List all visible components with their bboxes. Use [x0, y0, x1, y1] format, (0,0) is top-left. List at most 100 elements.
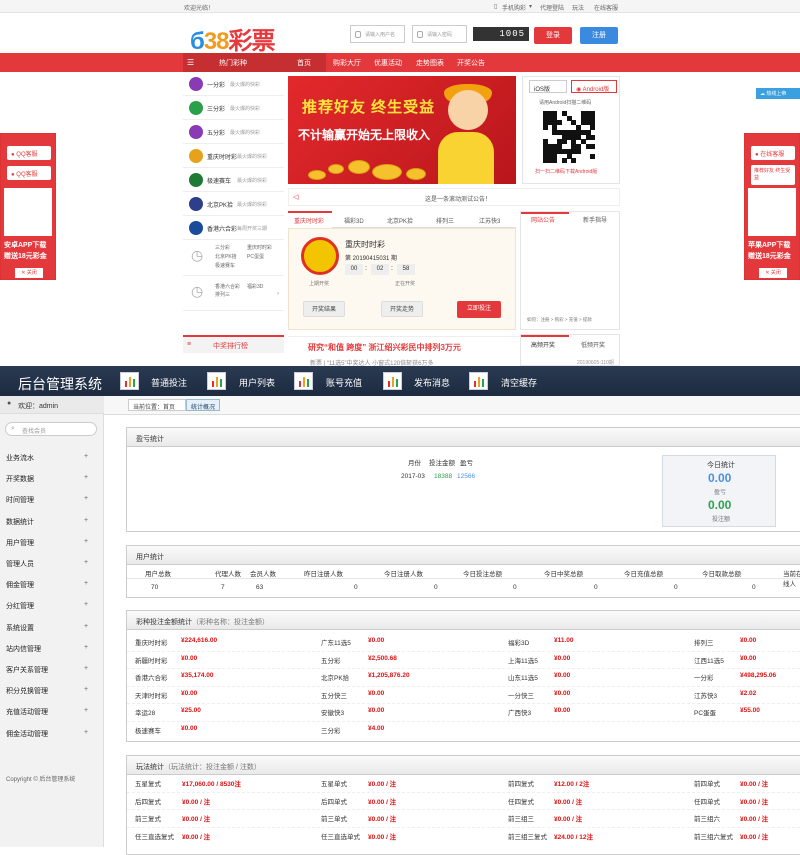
help-badge[interactable]: ☁ 热线上帝	[756, 88, 800, 99]
top-link-service[interactable]: 在线客服	[594, 3, 618, 12]
plus-icon[interactable]: +	[84, 517, 88, 524]
lottery-item[interactable]: 五分彩 最火爆的快彩	[183, 120, 284, 144]
site-logo[interactable]: б38彩票	[190, 21, 276, 56]
sidebar-item[interactable]: 分红管理	[6, 601, 34, 611]
tab-low-freq[interactable]: 低频开奖	[581, 340, 605, 349]
android-tab[interactable]: ◉ Android版	[571, 80, 617, 93]
sidebar-item[interactable]: 业务流水	[6, 453, 34, 463]
clock-item[interactable]: 香港六合彩	[215, 283, 240, 290]
captcha-image[interactable]: 1005	[473, 27, 529, 41]
menu-publish[interactable]: 发布消息	[414, 376, 450, 389]
sidebar-item[interactable]: 佣金管理	[6, 580, 34, 590]
hot-lottery-header[interactable]: ☰ 热门彩种	[183, 53, 284, 72]
sidebar-item[interactable]: 时间管理	[6, 495, 34, 505]
clock-item[interactable]: 三分彩	[215, 244, 230, 251]
ios-tab[interactable]: iOS版	[529, 80, 567, 93]
lottery-item[interactable]: 三分彩 最火爆的快彩	[183, 96, 284, 120]
tab-fc3d[interactable]: 福彩3D	[344, 216, 364, 225]
member-search-input[interactable]: ⌕ 查找会员	[5, 422, 97, 436]
online-service-button[interactable]: ● 在线客服	[751, 146, 795, 160]
lottery-item[interactable]: 重庆时时彩 最火爆的快彩	[183, 144, 284, 168]
plus-icon[interactable]: +	[84, 580, 88, 587]
lottery-desc: 最火爆的快彩	[237, 154, 268, 160]
sidebar-item[interactable]: 客户关系管理	[6, 665, 48, 675]
nav-draw[interactable]: 开奖公告	[457, 58, 485, 68]
sidebar-item[interactable]: 管理人员	[6, 559, 34, 569]
clock-item[interactable]: 北京PK拾	[215, 253, 237, 260]
sidebar-item[interactable]: 积分兑换管理	[6, 686, 48, 696]
nav-home[interactable]: 首页	[297, 58, 311, 68]
promo-banner[interactable]: 推荐好友 终生受益 不计输赢开始无上限收入	[288, 76, 516, 184]
menu-normal-bet[interactable]: 普通投注	[151, 376, 187, 389]
user-stat-value: 0	[434, 584, 438, 591]
tab-high-freq[interactable]: 高频开奖	[531, 340, 555, 349]
bet-now-button[interactable]: 立即投注	[457, 301, 501, 318]
sidebar-item[interactable]: 充值活动管理	[6, 707, 48, 717]
plus-icon[interactable]: +	[84, 474, 88, 481]
tab-jsk3[interactable]: 江苏快3	[479, 216, 500, 225]
tab-pk10[interactable]: 北京PK拾	[387, 216, 413, 225]
top-link-mobile[interactable]: 手机购彩	[502, 3, 526, 12]
nav-promo[interactable]: 优惠活动	[374, 58, 402, 68]
stat-name: 前四复式	[508, 781, 534, 788]
sidebar-item[interactable]: 数据统计	[6, 517, 34, 527]
plus-icon[interactable]: +	[84, 644, 88, 651]
qq-service-button[interactable]: ● QQ客服	[7, 146, 51, 160]
sidebar-item[interactable]: 用户管理	[6, 538, 34, 548]
qq-service-button[interactable]: ● QQ客服	[7, 166, 51, 180]
sidebar-item[interactable]: 佣金活动管理	[6, 729, 48, 739]
news-headline[interactable]: 研究“和值 跨度” 浙江绍兴彩民中排列3万元	[308, 342, 461, 353]
menu-recharge[interactable]: 账号充值	[326, 376, 362, 389]
username-input[interactable]: 请输入用户名	[350, 25, 405, 43]
plus-icon[interactable]: +	[84, 707, 88, 714]
clock-item[interactable]: 极速赛车	[215, 262, 235, 269]
news-subline[interactable]: 新票 | “11选5”中奖达人 小窗式120倍斩获6万多	[310, 358, 433, 366]
clock-item[interactable]: 福彩3D	[247, 283, 263, 290]
top-link-rules[interactable]: 玩法	[572, 3, 584, 12]
nav-hall[interactable]: 购彩大厅	[333, 58, 361, 68]
draw-trend-button[interactable]: 开奖走势	[381, 301, 423, 317]
breadcrumb-tab[interactable]: 统计概况	[186, 399, 220, 411]
android-download-link[interactable]: 扫一扫二维码下载Android版	[535, 168, 597, 175]
plus-icon[interactable]: +	[84, 665, 88, 672]
plus-icon[interactable]: +	[84, 559, 88, 566]
clock-item[interactable]: 排列三	[215, 291, 230, 298]
password-input[interactable]: 请输入密码	[412, 25, 467, 43]
howto-links[interactable]: 如何：注册 > 购彩 > 充值 > 提款	[527, 317, 592, 323]
plus-icon[interactable]: +	[84, 538, 88, 545]
lottery-item[interactable]: 一分彩 最火爆的快彩	[183, 72, 284, 96]
clock-item[interactable]: PC蛋蛋	[247, 253, 264, 260]
plus-icon[interactable]: +	[84, 495, 88, 502]
tab-guide[interactable]: 新手指导	[583, 215, 607, 224]
qr-module	[543, 125, 549, 131]
tab-pl3[interactable]: 排列三	[436, 216, 454, 225]
sidebar-item[interactable]: 系统设置	[6, 623, 34, 633]
sidebar-item[interactable]: 站内信管理	[6, 644, 41, 654]
menu-clear-cache[interactable]: 清空缓存	[501, 376, 537, 389]
notice-text[interactable]: 这是一条滚动测试公告！	[425, 194, 491, 203]
login-button[interactable]: 登录	[534, 27, 572, 44]
plus-icon[interactable]: +	[84, 686, 88, 693]
plus-icon[interactable]: +	[84, 729, 88, 736]
draw-result-button[interactable]: 开奖结果	[303, 301, 345, 317]
plus-icon[interactable]: +	[84, 623, 88, 630]
clock-item[interactable]: 重庆时时彩	[247, 244, 272, 251]
lottery-item[interactable]: 极速赛车 最火爆的快彩	[183, 168, 284, 192]
top-link-agent[interactable]: 代理登陆	[540, 3, 564, 12]
menu-user-list[interactable]: 用户列表	[239, 376, 275, 389]
plus-icon[interactable]: +	[84, 453, 88, 460]
register-button[interactable]: 注册	[580, 27, 618, 44]
close-button[interactable]: ✕ 关闭	[759, 268, 787, 278]
stat-value: ¥0.00	[181, 689, 198, 697]
nav-trend[interactable]: 走势图表	[416, 58, 444, 68]
plus-icon[interactable]: +	[84, 601, 88, 608]
tab-cqssc[interactable]: 重庆时时彩	[294, 216, 324, 225]
lottery-item[interactable]: 北京PK拾 最火爆的快彩	[183, 192, 284, 216]
stat-name: 前三组三	[508, 816, 534, 824]
promo-badge[interactable]: 推荐好友 终生受益	[751, 165, 795, 185]
profit-panel: 盈亏统计 月份 投注金额 盈亏 2017-03 18388 12566 今日统计…	[126, 427, 800, 532]
tab-announcements[interactable]: 网站公告	[531, 215, 555, 224]
close-button[interactable]: ✕ 关闭	[15, 268, 43, 278]
sidebar-item[interactable]: 开奖数据	[6, 474, 34, 484]
lottery-item[interactable]: 香港六合彩 每周开奖三期	[183, 216, 284, 240]
